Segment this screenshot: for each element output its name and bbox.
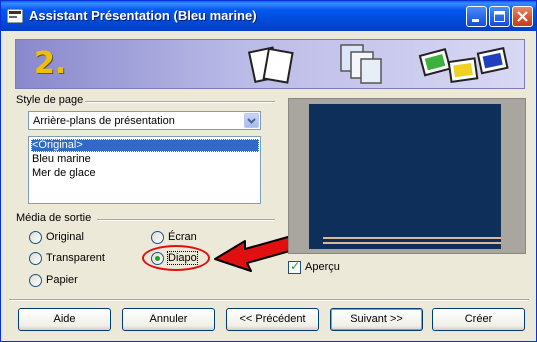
- maximize-icon: [494, 11, 505, 22]
- minimize-icon: [472, 19, 479, 22]
- page-style-separator: [85, 101, 275, 103]
- close-icon: [517, 11, 528, 22]
- radio-ecran-label[interactable]: Écran: [168, 231, 197, 243]
- check-icon: ✓: [290, 259, 301, 273]
- radio-ecran[interactable]: [151, 231, 164, 244]
- page-style-combobox[interactable]: Arrière-plans de présentation: [28, 111, 261, 130]
- preview-checkbox[interactable]: ✓: [288, 259, 301, 274]
- close-button[interactable]: [512, 6, 533, 27]
- page-style-listbox[interactable]: <Original> Bleu marine Mer de glace: [28, 136, 261, 204]
- title-bar[interactable]: Assistant Présentation (Bleu marine): [1, 1, 536, 31]
- list-item-original[interactable]: <Original>: [31, 139, 259, 152]
- combobox-dropdown-button[interactable]: [244, 113, 259, 128]
- slide-preview: [309, 104, 501, 249]
- slide-decoration-line: [323, 242, 501, 244]
- step-number: 2.: [34, 46, 67, 81]
- wizard-banner: 2.: [15, 39, 525, 89]
- bottom-separator: [9, 299, 529, 301]
- help-button[interactable]: Aide: [18, 308, 111, 331]
- presentation-app-icon: [7, 9, 23, 23]
- radio-transparent[interactable]: [29, 252, 42, 265]
- list-item-bleu-marine[interactable]: Bleu marine: [31, 153, 259, 166]
- output-media-separator: [97, 219, 275, 221]
- window-title: Assistant Présentation (Bleu marine): [29, 8, 257, 23]
- radio-original[interactable]: [29, 231, 42, 244]
- colored-slides-icon: [418, 46, 509, 83]
- pages-stack-icon: [247, 46, 294, 84]
- preview-pane: [288, 98, 526, 254]
- preview-checkbox-label[interactable]: Aperçu: [305, 261, 340, 273]
- radio-original-label[interactable]: Original: [46, 231, 84, 243]
- radio-transparent-label[interactable]: Transparent: [46, 252, 105, 264]
- create-button[interactable]: Créer: [432, 308, 525, 331]
- cancel-button[interactable]: Annuler: [122, 308, 215, 331]
- output-media-label: Média de sortie: [16, 212, 92, 224]
- layout-icon: [340, 44, 382, 84]
- slide-decoration-line: [323, 237, 501, 239]
- page-style-label: Style de page: [16, 94, 84, 106]
- radio-papier[interactable]: [29, 274, 42, 287]
- wizard-window: Assistant Présentation (Bleu marine) 2.: [0, 0, 537, 342]
- maximize-button[interactable]: [489, 6, 510, 27]
- list-item-mer-de-glace[interactable]: Mer de glace: [31, 167, 259, 180]
- radio-papier-label[interactable]: Papier: [46, 274, 78, 286]
- previous-button[interactable]: << Précédent: [226, 308, 319, 331]
- chevron-down-icon: [247, 118, 256, 124]
- minimize-button[interactable]: [466, 6, 487, 27]
- annotation-ellipse: [142, 245, 210, 271]
- next-button[interactable]: Suivant >>: [330, 308, 423, 331]
- page-style-combobox-value: Arrière-plans de présentation: [33, 115, 175, 127]
